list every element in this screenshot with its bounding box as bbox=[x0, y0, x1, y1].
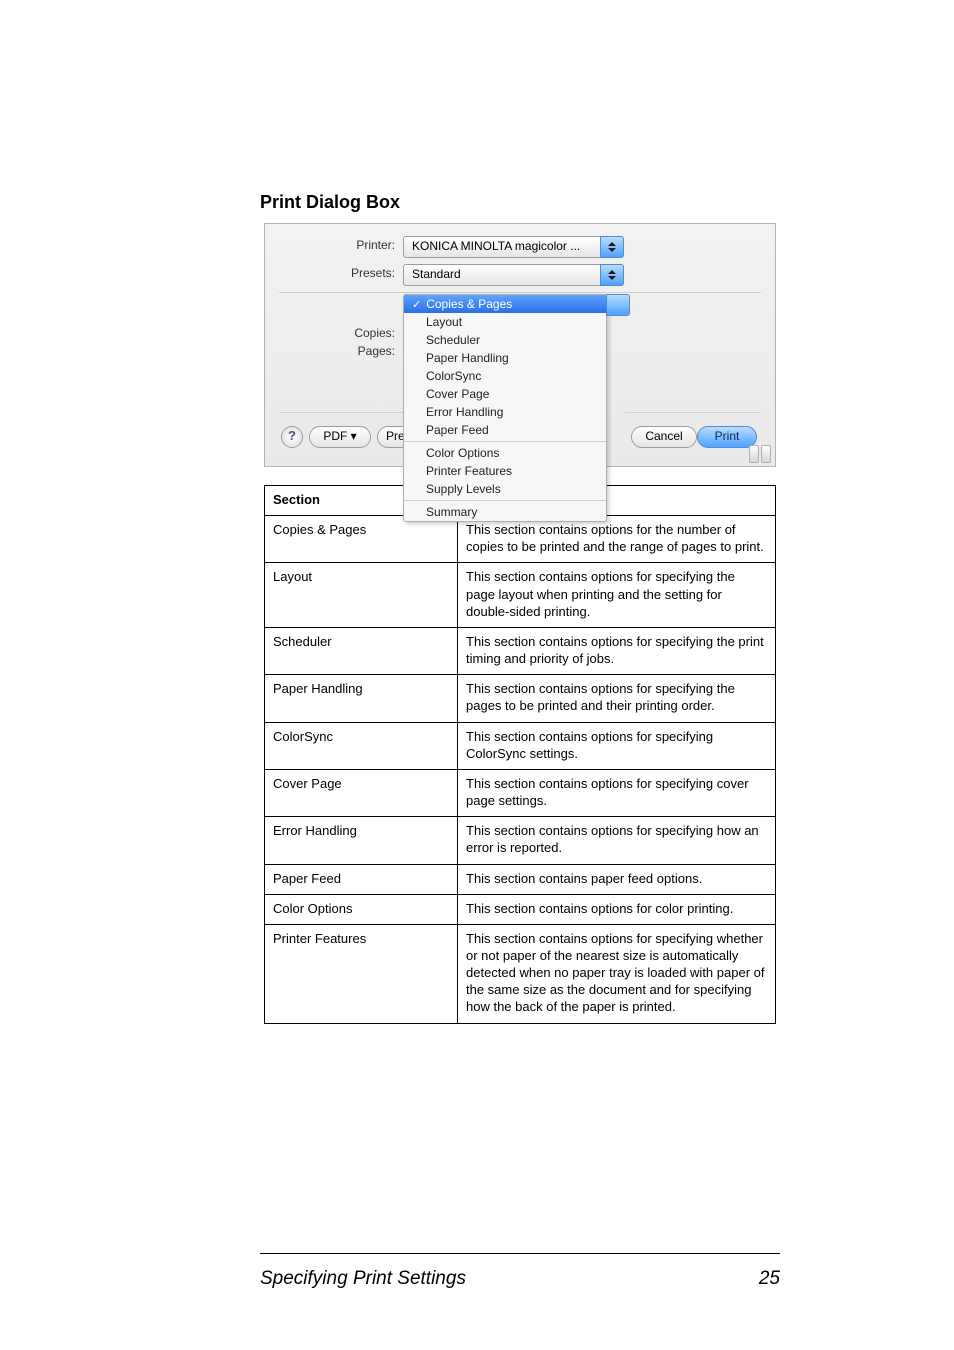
table-row: Error Handling This section contains opt… bbox=[265, 817, 776, 864]
table-cell-section: Cover Page bbox=[265, 769, 458, 816]
table-cell-desc: This section contains options for specif… bbox=[458, 817, 776, 864]
table-cell-desc: This section contains options for specif… bbox=[458, 722, 776, 769]
table-cell-desc: This section contains options for specif… bbox=[458, 924, 776, 1023]
table-cell-desc: This section contains paper feed options… bbox=[458, 864, 776, 894]
footer-rule bbox=[260, 1253, 780, 1254]
section-select-menu[interactable]: ✓ Copies & Pages Layout Scheduler Paper … bbox=[403, 294, 607, 522]
menu-item[interactable]: Layout bbox=[404, 313, 606, 331]
table-cell-section: Error Handling bbox=[265, 817, 458, 864]
presets-label: Presets: bbox=[285, 266, 395, 280]
pdf-button[interactable]: PDF ▾ bbox=[309, 426, 371, 448]
check-icon: ✓ bbox=[412, 298, 421, 311]
menu-item[interactable]: Paper Feed bbox=[404, 421, 606, 439]
table-cell-section: ColorSync bbox=[265, 722, 458, 769]
table-row: Paper Handling This section contains opt… bbox=[265, 675, 776, 722]
printer-select[interactable]: KONICA MINOLTA magicolor ... bbox=[403, 236, 609, 258]
table-cell-desc: This section contains options for specif… bbox=[458, 563, 776, 627]
copies-label: Copies: bbox=[285, 326, 395, 340]
table-cell-section: Paper Handling bbox=[265, 675, 458, 722]
menu-item[interactable]: Scheduler bbox=[404, 331, 606, 349]
menu-item[interactable]: ColorSync bbox=[404, 367, 606, 385]
help-button[interactable]: ? bbox=[281, 426, 303, 448]
print-dialog-screenshot: Printer: KONICA MINOLTA magicolor ... Pr… bbox=[264, 223, 776, 467]
table-cell-section: Paper Feed bbox=[265, 864, 458, 894]
table-row: Scheduler This section contains options … bbox=[265, 627, 776, 674]
table-row: Layout This section contains options for… bbox=[265, 563, 776, 627]
section-heading: Print Dialog Box bbox=[260, 192, 778, 213]
menu-item-selected[interactable]: ✓ Copies & Pages bbox=[404, 295, 606, 313]
menu-item-label: Copies & Pages bbox=[426, 297, 512, 311]
table-cell-section: Layout bbox=[265, 563, 458, 627]
table-cell-section: Color Options bbox=[265, 894, 458, 924]
page-number: 25 bbox=[759, 1268, 780, 1290]
menu-item[interactable]: Supply Levels bbox=[404, 480, 606, 498]
table-row: Printer Features This section contains o… bbox=[265, 924, 776, 1023]
sections-description-table: Section Description Copies & Pages This … bbox=[264, 485, 776, 1024]
scroll-arrows-icon bbox=[749, 445, 771, 463]
print-button[interactable]: Print bbox=[697, 426, 757, 448]
table-row: Color Options This section contains opti… bbox=[265, 894, 776, 924]
printer-label: Printer: bbox=[285, 238, 395, 252]
presets-select[interactable]: Standard bbox=[403, 264, 609, 286]
menu-item[interactable]: Error Handling bbox=[404, 403, 606, 421]
table-cell-section: Scheduler bbox=[265, 627, 458, 674]
stepper-icon[interactable] bbox=[600, 264, 624, 286]
menu-item[interactable]: Summary bbox=[404, 503, 606, 521]
footer-title: Specifying Print Settings bbox=[260, 1268, 466, 1290]
stepper-icon[interactable] bbox=[606, 294, 630, 316]
pages-label: Pages: bbox=[285, 344, 395, 358]
table-cell-desc: This section contains options for specif… bbox=[458, 769, 776, 816]
cancel-button[interactable]: Cancel bbox=[631, 426, 697, 448]
table-cell-desc: This section contains options for specif… bbox=[458, 627, 776, 674]
table-cell-desc: This section contains options for color … bbox=[458, 894, 776, 924]
table-row: Cover Page This section contains options… bbox=[265, 769, 776, 816]
menu-item[interactable]: Cover Page bbox=[404, 385, 606, 403]
table-cell-section: Printer Features bbox=[265, 924, 458, 1023]
table-row: Paper Feed This section contains paper f… bbox=[265, 864, 776, 894]
table-row: ColorSync This section contains options … bbox=[265, 722, 776, 769]
menu-item[interactable]: Paper Handling bbox=[404, 349, 606, 367]
menu-item[interactable]: Color Options bbox=[404, 444, 606, 462]
stepper-icon[interactable] bbox=[600, 236, 624, 258]
menu-item[interactable]: Printer Features bbox=[404, 462, 606, 480]
table-cell-section: Copies & Pages bbox=[265, 516, 458, 563]
table-cell-desc: This section contains options for specif… bbox=[458, 675, 776, 722]
table-row: Copies & Pages This section contains opt… bbox=[265, 516, 776, 563]
table-cell-desc: This section contains options for the nu… bbox=[458, 516, 776, 563]
